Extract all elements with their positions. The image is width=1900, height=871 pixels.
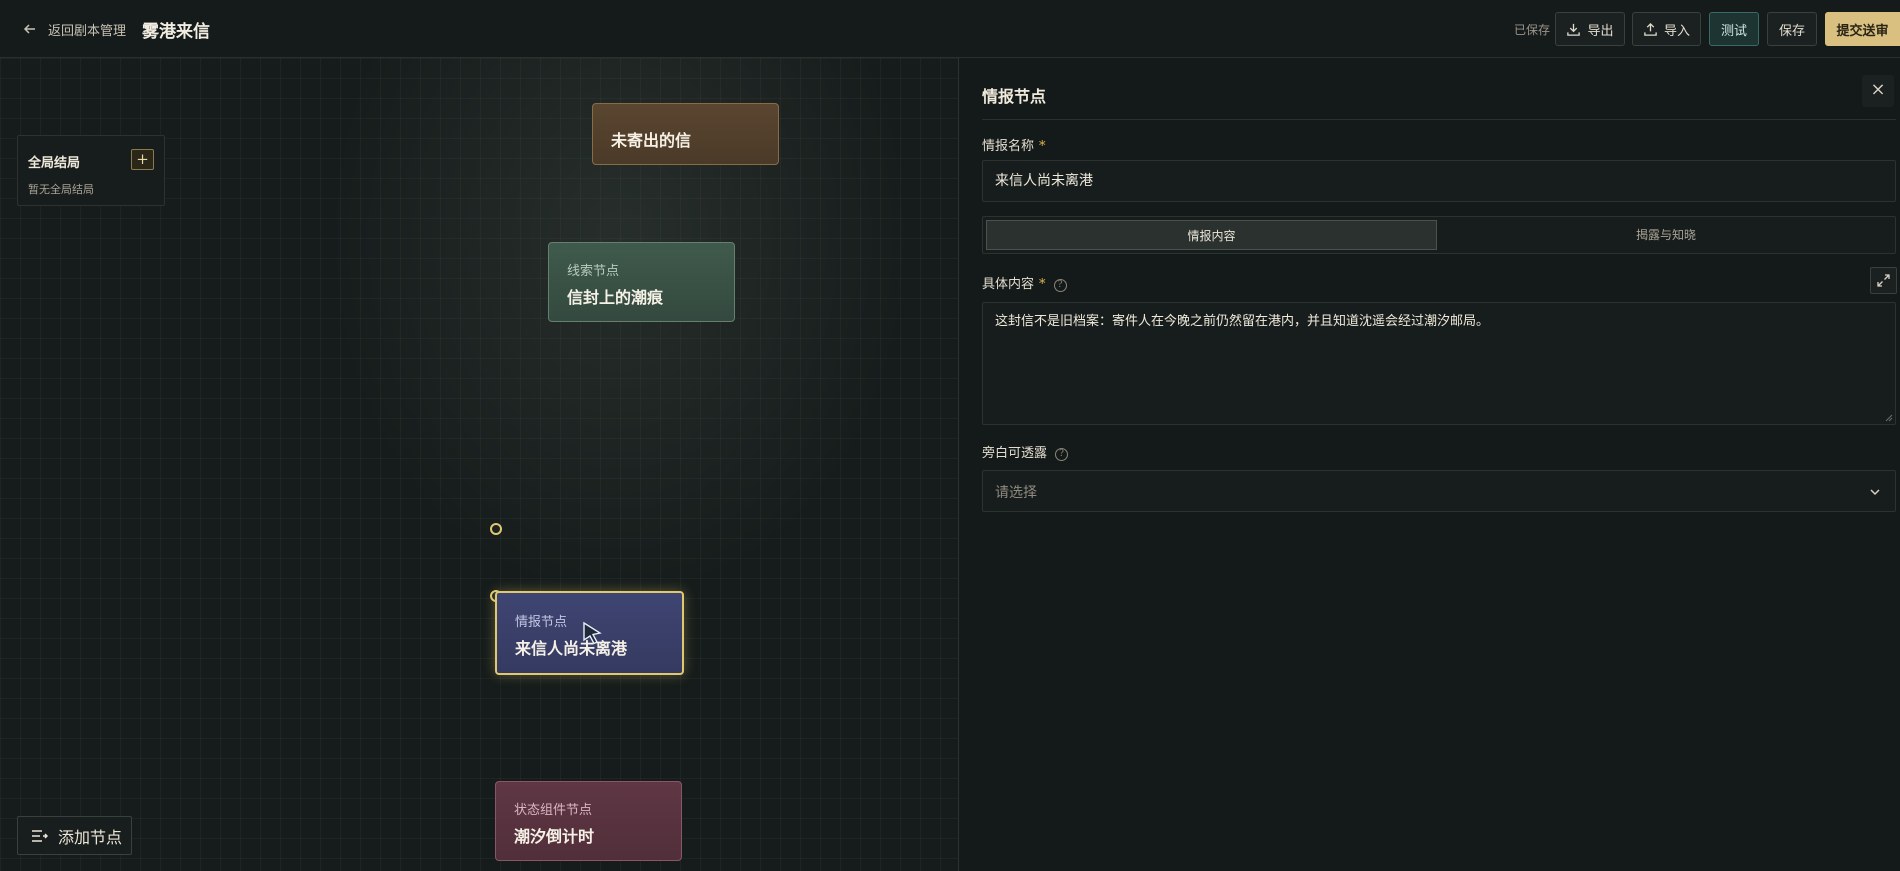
page-title: 雾港来信 — [142, 22, 210, 42]
close-icon[interactable]: × — [1862, 75, 1894, 107]
test-button[interactable]: 测试 — [1709, 12, 1759, 46]
back-link-label: 返回剧本管理 — [48, 23, 127, 39]
node-title: 信封上的潮痕 — [567, 288, 664, 307]
node-type-label: 线索节点 — [567, 264, 620, 279]
expand-editor-button[interactable] — [1870, 267, 1897, 294]
reveal-select-placeholder: 请选择 — [995, 485, 1037, 501]
content-tabs: 情报内容 揭露与知晓 — [982, 216, 1896, 254]
global-endings-title: 全局结局 — [28, 156, 81, 171]
add-node-button[interactable]: 添加节点 — [17, 816, 132, 855]
intel-name-label: 情报名称 * — [982, 135, 1046, 154]
top-bar: 返回剧本管理 雾港来信 已保存 导出 导入 测试 保存 提交送审 — [0, 0, 1900, 58]
export-label: 导出 — [1587, 23, 1614, 39]
intel-name-input[interactable]: 来信人尚未离港 — [982, 160, 1896, 202]
global-endings-empty-text: 暂无全局结局 — [28, 183, 94, 196]
node-detail-panel: 情报节点 × 情报名称 * 来信人尚未离港 情报内容 揭露与知晓 具体内容 *? 这… — [959, 58, 1900, 871]
required-mark: * — [1039, 277, 1046, 292]
help-icon[interactable]: ? — [1053, 279, 1067, 292]
chevron-down-icon — [1870, 489, 1880, 496]
back-to-script-management-link[interactable]: 返回剧本管理 — [22, 16, 126, 42]
download-icon — [1567, 23, 1581, 36]
arrow-left-icon — [23, 24, 35, 34]
export-button[interactable]: 导出 — [1555, 12, 1625, 46]
node-title: 来信人尚未离港 — [515, 639, 628, 658]
add-node-label: 添加节点 — [58, 827, 123, 847]
import-button[interactable]: 导入 — [1632, 12, 1701, 46]
tab-reveal-and-knowledge[interactable]: 揭露与知晓 — [1440, 220, 1892, 250]
saved-status: 已保存 — [1514, 23, 1551, 37]
content-label: 具体内容 *? — [982, 273, 1067, 292]
tab-intel-content[interactable]: 情报内容 — [986, 220, 1437, 250]
help-icon[interactable]: ? — [1055, 448, 1069, 461]
mouse-cursor-icon — [583, 621, 602, 645]
resize-grip-icon[interactable] — [1885, 414, 1893, 422]
flow-canvas[interactable]: 全局结局 + 暂无全局结局 未寄出的信 线索节点 信封上的潮痕 情报节点 来信人… — [0, 58, 958, 871]
connection-handle-top[interactable] — [490, 523, 502, 535]
node-title: 未寄出的信 — [611, 131, 692, 150]
global-endings-panel: 全局结局 + 暂无全局结局 — [17, 135, 165, 206]
clue-node[interactable]: 线索节点 信封上的潮痕 — [548, 242, 735, 322]
content-label-text: 具体内容 — [982, 277, 1035, 292]
required-mark: * — [1039, 139, 1046, 154]
import-label: 导入 — [1663, 23, 1690, 39]
save-button[interactable]: 保存 — [1767, 12, 1817, 46]
expand-icon — [1877, 274, 1890, 287]
state-component-node[interactable]: 状态组件节点 潮汐倒计时 — [495, 781, 682, 861]
reveal-label-text: 旁白可透露 — [982, 446, 1048, 461]
content-text: 这封信不是旧档案：寄件人在今晚之前仍然留在港内，并且知道沈遥会经过潮汐邮局。 — [995, 314, 1490, 329]
submit-for-review-button[interactable]: 提交送审 — [1825, 12, 1900, 46]
story-node-unsent-letter[interactable]: 未寄出的信 — [592, 103, 779, 165]
node-type-label: 情报节点 — [515, 615, 568, 630]
panel-title: 情报节点 — [982, 87, 1047, 106]
add-global-ending-button[interactable]: + — [131, 149, 154, 170]
upload-icon — [1644, 22, 1657, 36]
list-add-icon — [32, 829, 48, 842]
content-textarea[interactable]: 这封信不是旧档案：寄件人在今晚之前仍然留在港内，并且知道沈遥会经过潮汐邮局。 — [982, 302, 1896, 425]
intel-name-label-text: 情报名称 — [982, 139, 1035, 154]
node-title: 潮汐倒计时 — [514, 827, 595, 846]
divider — [982, 119, 1896, 120]
reveal-select[interactable]: 请选择 — [982, 470, 1896, 512]
reveal-label: 旁白可透露? — [982, 442, 1069, 461]
node-type-label: 状态组件节点 — [514, 803, 593, 818]
